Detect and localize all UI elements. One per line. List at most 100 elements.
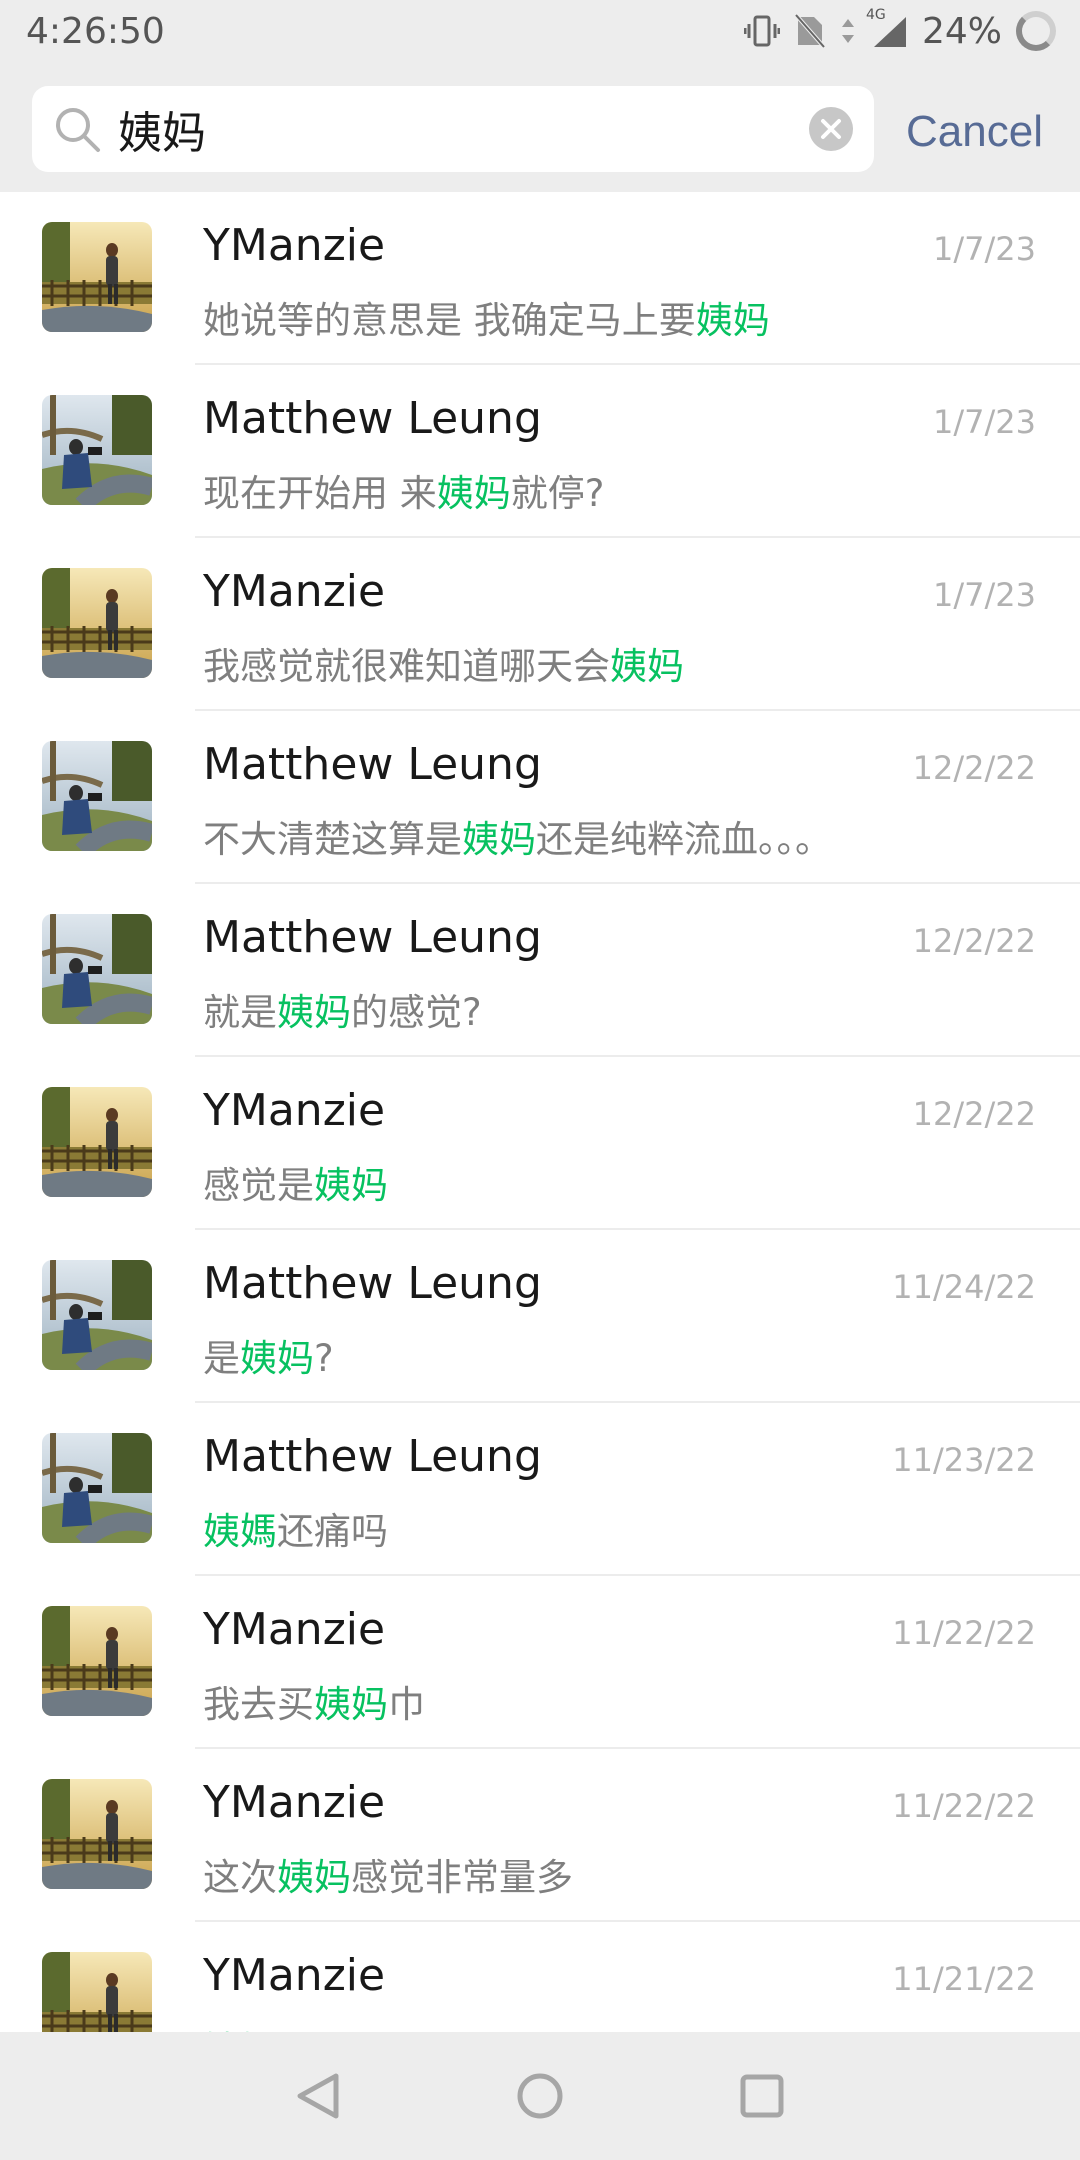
message-snippet: 是姨妈? — [203, 1328, 334, 1382]
no-sim-icon — [794, 13, 826, 49]
message-match-highlight: 姨妈 — [277, 1856, 351, 1899]
message-snippet: 这次姨妈感觉非常量多 — [203, 1847, 573, 1901]
vibrate-icon — [743, 13, 780, 49]
home-circle-icon[interactable] — [512, 2068, 568, 2124]
search-box[interactable] — [32, 86, 874, 172]
message-match-highlight: 姨妈 — [462, 818, 536, 861]
message-match-highlight: 姨妈 — [314, 1683, 388, 1726]
message-text-before: 我去买 — [203, 1683, 314, 1726]
message-date: 12/2/22 — [912, 1095, 1036, 1133]
message-date: 11/22/22 — [892, 1787, 1036, 1825]
search-header: Cancel — [0, 62, 1080, 192]
clear-search-icon[interactable] — [808, 106, 854, 152]
recents-square-icon[interactable] — [734, 2068, 790, 2124]
message-text-after: 巾 — [388, 1683, 425, 1726]
contact-name: YManzie — [203, 566, 386, 617]
message-snippet: 她说等的意思是 我确定马上要姨妈 — [203, 290, 770, 344]
message-text-before: 现在开始用 来 — [203, 472, 437, 515]
back-triangle-icon[interactable] — [292, 2068, 348, 2124]
message-snippet: 我感觉就很难知道哪天会姨妈 — [203, 636, 684, 690]
cancel-button[interactable]: Cancel — [906, 102, 1043, 162]
battery-percent: 24% — [921, 10, 1002, 52]
result-row[interactable]: Matthew Leung 1/7/23 现在开始用 来姨妈就停? — [0, 365, 1080, 538]
contact-name: Matthew Leung — [203, 393, 542, 444]
message-snippet: 姨媽还痛吗 — [203, 1501, 388, 1555]
message-match-highlight: 姨妈 — [277, 991, 351, 1034]
message-match-highlight: 姨妈 — [610, 645, 684, 688]
message-text-after: 还痛吗 — [277, 1510, 388, 1553]
message-snippet: 不大清楚这算是姨妈还是纯粹流血。。。 — [203, 809, 832, 863]
message-snippet: 就是姨妈的感觉? — [203, 982, 482, 1036]
message-date: 1/7/23 — [933, 576, 1036, 614]
avatar[interactable] — [42, 568, 152, 678]
avatar[interactable] — [42, 1606, 152, 1716]
avatar[interactable] — [42, 222, 152, 332]
message-date: 11/22/22 — [892, 1614, 1036, 1652]
contact-name: Matthew Leung — [203, 1431, 542, 1482]
status-bar: 4:26:50 4G 24% — [0, 0, 1080, 62]
message-snippet: 姨妈 — [203, 2020, 277, 2032]
message-text-before: 就是 — [203, 991, 277, 1034]
avatar[interactable] — [42, 1952, 152, 2032]
data-arrows-icon — [840, 13, 856, 49]
avatar[interactable] — [42, 1260, 152, 1370]
message-date: 12/2/22 — [912, 922, 1036, 960]
message-date: 1/7/23 — [933, 230, 1036, 268]
message-text-after: 就停? — [510, 472, 605, 515]
message-date: 1/7/23 — [933, 403, 1036, 441]
result-row[interactable]: YManzie 1/7/23 我感觉就很难知道哪天会姨妈 — [0, 538, 1080, 711]
message-text-after: ? — [314, 1337, 334, 1380]
result-row[interactable]: YManzie 11/22/22 这次姨妈感觉非常量多 — [0, 1749, 1080, 1922]
message-match-highlight: 姨妈 — [314, 1164, 388, 1207]
result-row[interactable]: Matthew Leung 12/2/22 就是姨妈的感觉? — [0, 884, 1080, 1057]
message-text-before: 我感觉就很难知道哪天会 — [203, 645, 610, 688]
result-row[interactable]: YManzie 11/21/22 姨妈 — [0, 1922, 1080, 2032]
message-snippet: 现在开始用 来姨妈就停? — [203, 463, 604, 517]
message-match-highlight: 姨媽 — [203, 1510, 277, 1553]
result-row[interactable]: YManzie 12/2/22 感觉是姨妈 — [0, 1057, 1080, 1230]
search-input[interactable] — [118, 86, 808, 172]
contact-name: Matthew Leung — [203, 1258, 542, 1309]
contact-name: Matthew Leung — [203, 912, 542, 963]
result-row[interactable]: YManzie 1/7/23 她说等的意思是 我确定马上要姨妈 — [0, 192, 1080, 365]
avatar[interactable] — [42, 1779, 152, 1889]
message-text-before: 是 — [203, 1337, 240, 1380]
message-text-after: 的感觉? — [351, 991, 482, 1034]
message-snippet: 我去买姨妈巾 — [203, 1674, 425, 1728]
message-match-highlight: 姨妈 — [436, 472, 511, 515]
message-text-after: 还是纯粹流血。。。 — [536, 818, 832, 861]
navigation-bar — [0, 2032, 1080, 2160]
avatar[interactable] — [42, 395, 152, 505]
status-icons: 4G 24% — [743, 7, 1056, 52]
message-match-highlight: 姨妈 — [695, 299, 770, 342]
avatar[interactable] — [42, 741, 152, 851]
battery-ring-icon — [1016, 11, 1056, 51]
status-time: 4:26:50 — [26, 10, 165, 52]
message-date: 11/21/22 — [892, 1960, 1036, 1998]
contact-name: YManzie — [203, 1085, 386, 1136]
result-row[interactable]: Matthew Leung 11/24/22 是姨妈? — [0, 1230, 1080, 1403]
message-text-before: 感觉是 — [203, 1164, 314, 1207]
message-text-before: 这次 — [203, 1856, 277, 1899]
message-snippet: 感觉是姨妈 — [203, 1155, 388, 1209]
contact-name: YManzie — [203, 220, 386, 271]
contact-name: YManzie — [203, 1604, 386, 1655]
message-date: 12/2/22 — [912, 749, 1036, 787]
result-row[interactable]: YManzie 11/22/22 我去买姨妈巾 — [0, 1576, 1080, 1749]
network-type-label: 4G — [865, 7, 886, 23]
avatar[interactable] — [42, 1433, 152, 1543]
search-results-list[interactable]: YManzie 1/7/23 她说等的意思是 我确定马上要姨妈 Matthew Leu… — [0, 192, 1080, 2032]
avatar[interactable] — [42, 914, 152, 1024]
result-row[interactable]: Matthew Leung 12/2/22 不大清楚这算是姨妈还是纯粹流血。。。 — [0, 711, 1080, 884]
contact-name: YManzie — [203, 1777, 386, 1828]
contact-name: YManzie — [203, 1950, 386, 2001]
message-date: 11/24/22 — [892, 1268, 1036, 1306]
signal-icon: 4G — [866, 7, 908, 49]
message-match-highlight: 姨妈 — [240, 1337, 314, 1380]
avatar[interactable] — [42, 1087, 152, 1197]
message-date: 11/23/22 — [892, 1441, 1036, 1479]
message-text-before: 不大清楚这算是 — [203, 818, 462, 861]
result-row[interactable]: Matthew Leung 11/23/22 姨媽还痛吗 — [0, 1403, 1080, 1576]
search-icon — [56, 108, 100, 152]
message-text-after: 感觉非常量多 — [351, 1856, 573, 1899]
